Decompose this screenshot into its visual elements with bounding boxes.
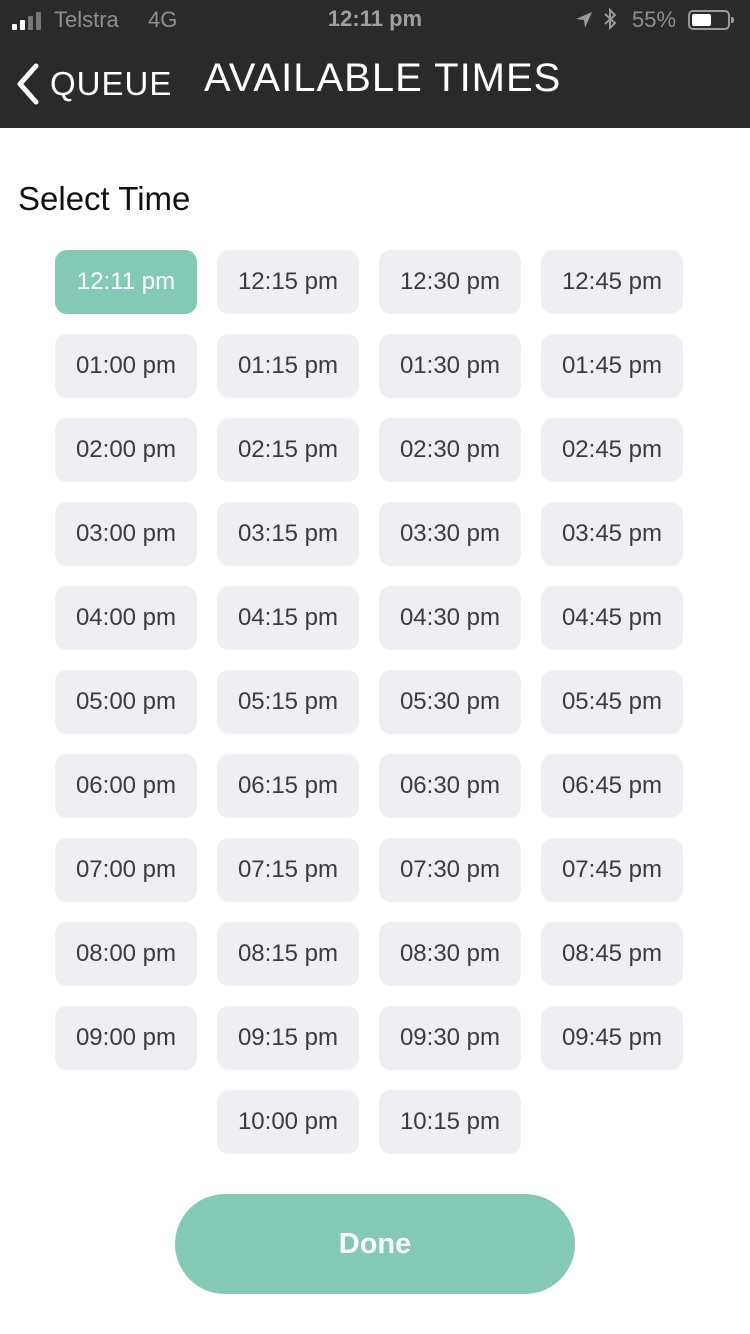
time-slot-button[interactable]: 05:00 pm [55,670,197,734]
chevron-left-icon [17,63,39,105]
page-title: AVAILABLE TIMES [204,56,562,100]
time-slot-button[interactable]: 12:15 pm [217,250,359,314]
location-arrow-icon [576,12,592,28]
time-slot-button[interactable]: 09:00 pm [55,1006,197,1070]
time-slot-button[interactable]: 04:00 pm [55,586,197,650]
time-slot-grid: 12:11 pm 12:15 pm 12:30 pm 12:45 pm 01:00 pm… [55,250,683,1154]
time-slot-button[interactable]: 06:00 pm [55,754,197,818]
time-slot-button[interactable]: 06:45 pm [541,754,683,818]
time-slot-button[interactable]: 12:30 pm [379,250,521,314]
time-slot-button[interactable]: 12:11 pm [55,250,197,314]
status-bar: Telstra 4G 12:11 pm 55% [0,0,750,40]
time-slot-button[interactable]: 02:45 pm [541,418,683,482]
time-slot-button[interactable]: 03:30 pm [379,502,521,566]
time-slot-button[interactable]: 07:00 pm [55,838,197,902]
time-slot-button[interactable]: 09:15 pm [217,1006,359,1070]
time-slot-button[interactable]: 12:45 pm [541,250,683,314]
time-slot-button[interactable]: 04:15 pm [217,586,359,650]
back-button-label: QUEUE [50,65,173,102]
time-slot-button[interactable]: 07:30 pm [379,838,521,902]
time-slot-button[interactable]: 05:30 pm [379,670,521,734]
time-slot-button[interactable]: 08:30 pm [379,922,521,986]
time-slot-button[interactable]: 08:00 pm [55,922,197,986]
time-slot-button[interactable]: 05:45 pm [541,670,683,734]
time-slot-button[interactable]: 01:45 pm [541,334,683,398]
time-slot-button[interactable]: 01:30 pm [379,334,521,398]
bluetooth-icon [604,7,617,31]
time-slot-button[interactable]: 03:45 pm [541,502,683,566]
time-slot-button[interactable]: 03:00 pm [55,502,197,566]
time-slot-button[interactable]: 04:45 pm [541,586,683,650]
time-slot-button[interactable]: 07:45 pm [541,838,683,902]
time-slot-button[interactable]: 10:15 pm [379,1090,521,1154]
time-slot-button[interactable]: 02:00 pm [55,418,197,482]
time-slot-button[interactable]: 08:15 pm [217,922,359,986]
time-slot-button[interactable]: 09:30 pm [379,1006,521,1070]
select-time-label: Select Time [18,180,191,217]
time-slot-button[interactable]: 06:30 pm [379,754,521,818]
time-slot-button[interactable]: 01:15 pm [217,334,359,398]
time-slot-button[interactable]: 02:15 pm [217,418,359,482]
time-slot-button[interactable]: 07:15 pm [217,838,359,902]
back-button[interactable]: QUEUE [14,54,172,114]
time-slot-button[interactable]: 06:15 pm [217,754,359,818]
time-slot-button[interactable]: 04:30 pm [379,586,521,650]
done-button[interactable]: Done [175,1194,575,1294]
time-slot-button[interactable]: 03:15 pm [217,502,359,566]
battery-percent: 55% [632,7,677,32]
battery-icon [688,10,734,30]
time-slot-button[interactable]: 01:00 pm [55,334,197,398]
time-slot-button[interactable]: 08:45 pm [541,922,683,986]
time-slot-button[interactable]: 09:45 pm [541,1006,683,1070]
time-slot-button[interactable]: 10:00 pm [217,1090,359,1154]
time-slot-button[interactable]: 05:15 pm [217,670,359,734]
time-slot-button[interactable]: 02:30 pm [379,418,521,482]
header: Telstra 4G 12:11 pm 55% QUEUE AVAILABLE … [0,0,750,128]
